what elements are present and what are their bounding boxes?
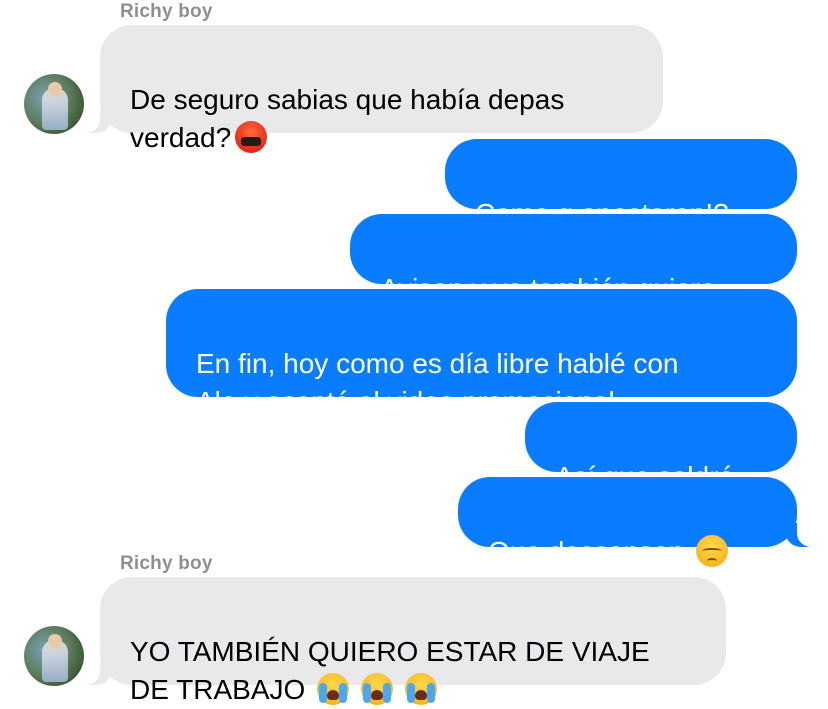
message-bubble-outgoing[interactable]: Que descansen (458, 477, 797, 567)
pensive-face-icon (695, 535, 728, 567)
message-bubble-outgoing[interactable]: En fin, hoy como es día libre hablé con … (166, 289, 797, 417)
sender-name: Richy boy (120, 1, 213, 22)
message-bubble-incoming[interactable]: De seguro sabias que había depas verdad? (100, 25, 663, 153)
bubble-tail (76, 661, 112, 685)
bubble-tail (785, 523, 821, 547)
loudly-crying-face-icon (360, 673, 393, 705)
loudly-crying-face-icon (317, 673, 350, 705)
angry-face-with-symbols-icon (235, 121, 268, 153)
message-bubble-outgoing[interactable]: Así que saldré (525, 402, 797, 492)
message-text: Que descansen (488, 536, 685, 567)
bubble-tail (76, 109, 112, 133)
message-bubble-outgoing[interactable]: Como q apostaron!? (445, 139, 797, 229)
avatar[interactable] (24, 74, 84, 134)
sender-name: Richy boy (120, 553, 213, 574)
message-bubble-incoming[interactable]: YO TAMBIÉN QUIERO ESTAR DE VIAJE DE TRAB… (100, 577, 726, 705)
loudly-crying-face-icon (404, 673, 437, 705)
message-bubble-outgoing[interactable]: Avisen y yo también quiero (350, 214, 797, 304)
avatar[interactable] (24, 626, 84, 686)
